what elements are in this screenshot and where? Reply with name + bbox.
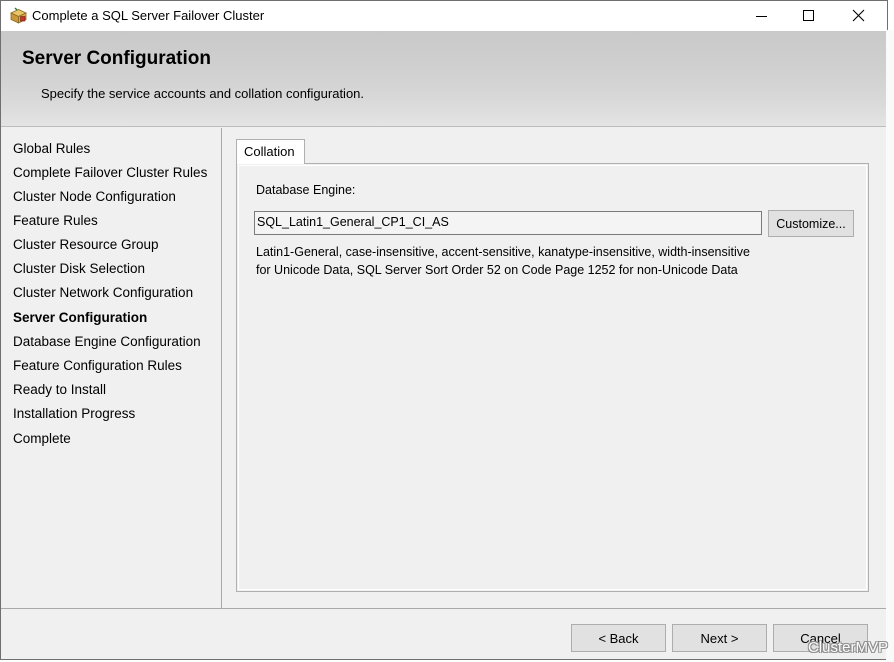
wizard-steps-sidebar: Global Rules Complete Failover Cluster R…	[1, 128, 222, 608]
sidebar-item-server-configuration[interactable]: Server Configuration	[13, 310, 147, 325]
collation-value-field: SQL_Latin1_General_CP1_CI_AS	[254, 211, 762, 235]
maximize-button[interactable]	[785, 1, 831, 31]
database-engine-label: Database Engine:	[256, 183, 356, 197]
close-button[interactable]	[835, 1, 881, 31]
tab-collation[interactable]: Collation	[236, 139, 305, 164]
sidebar-item-feature-rules[interactable]: Feature Rules	[13, 213, 98, 228]
collation-tab-panel: Database Engine: SQL_Latin1_General_CP1_…	[236, 163, 869, 592]
sidebar-item-cluster-node-configuration[interactable]: Cluster Node Configuration	[13, 189, 176, 204]
window-title: Complete a SQL Server Failover Cluster	[32, 8, 265, 23]
setup-window: Complete a SQL Server Failover Cluster S…	[0, 0, 888, 660]
sidebar-item-database-engine-configuration[interactable]: Database Engine Configuration	[13, 334, 201, 349]
tab-panel-inner-border: Database Engine: SQL_Latin1_General_CP1_…	[238, 165, 867, 590]
sidebar-item-ready-to-install[interactable]: Ready to Install	[13, 382, 106, 397]
minimize-icon	[756, 16, 767, 17]
sidebar-item-installation-progress[interactable]: Installation Progress	[13, 406, 135, 421]
close-icon	[852, 9, 865, 22]
sidebar-item-complete[interactable]: Complete	[13, 431, 71, 446]
window-edge-shadow	[886, 30, 894, 662]
customize-button[interactable]: Customize...	[768, 210, 854, 237]
next-button[interactable]: Next >	[672, 624, 767, 652]
sidebar-item-global-rules[interactable]: Global Rules	[13, 141, 90, 156]
minimize-button[interactable]	[738, 1, 784, 31]
title-bar[interactable]: Complete a SQL Server Failover Cluster	[1, 1, 887, 31]
sidebar-item-cluster-disk-selection[interactable]: Cluster Disk Selection	[13, 261, 145, 276]
wizard-footer: < Back Next > Cancel	[1, 608, 887, 659]
tab-collation-label: Collation	[244, 144, 295, 159]
setup-box-icon	[10, 7, 27, 24]
main-content: Collation Database Engine: SQL_Latin1_Ge…	[223, 128, 887, 608]
sidebar-item-complete-failover-cluster-rules[interactable]: Complete Failover Cluster Rules	[13, 165, 207, 180]
page-title: Server Configuration	[22, 48, 211, 69]
maximize-icon	[803, 10, 814, 21]
sidebar-item-feature-configuration-rules[interactable]: Feature Configuration Rules	[13, 358, 182, 373]
sidebar-item-cluster-resource-group[interactable]: Cluster Resource Group	[13, 237, 159, 252]
back-button[interactable]: < Back	[571, 624, 666, 652]
page-subtitle: Specify the service accounts and collati…	[41, 86, 365, 101]
watermark: ClusterMVP	[807, 639, 888, 656]
collation-description: Latin1-General, case-insensitive, accent…	[256, 245, 750, 277]
page-header: Server Configuration Specify the service…	[1, 31, 887, 127]
sidebar-item-cluster-network-configuration[interactable]: Cluster Network Configuration	[13, 285, 193, 300]
